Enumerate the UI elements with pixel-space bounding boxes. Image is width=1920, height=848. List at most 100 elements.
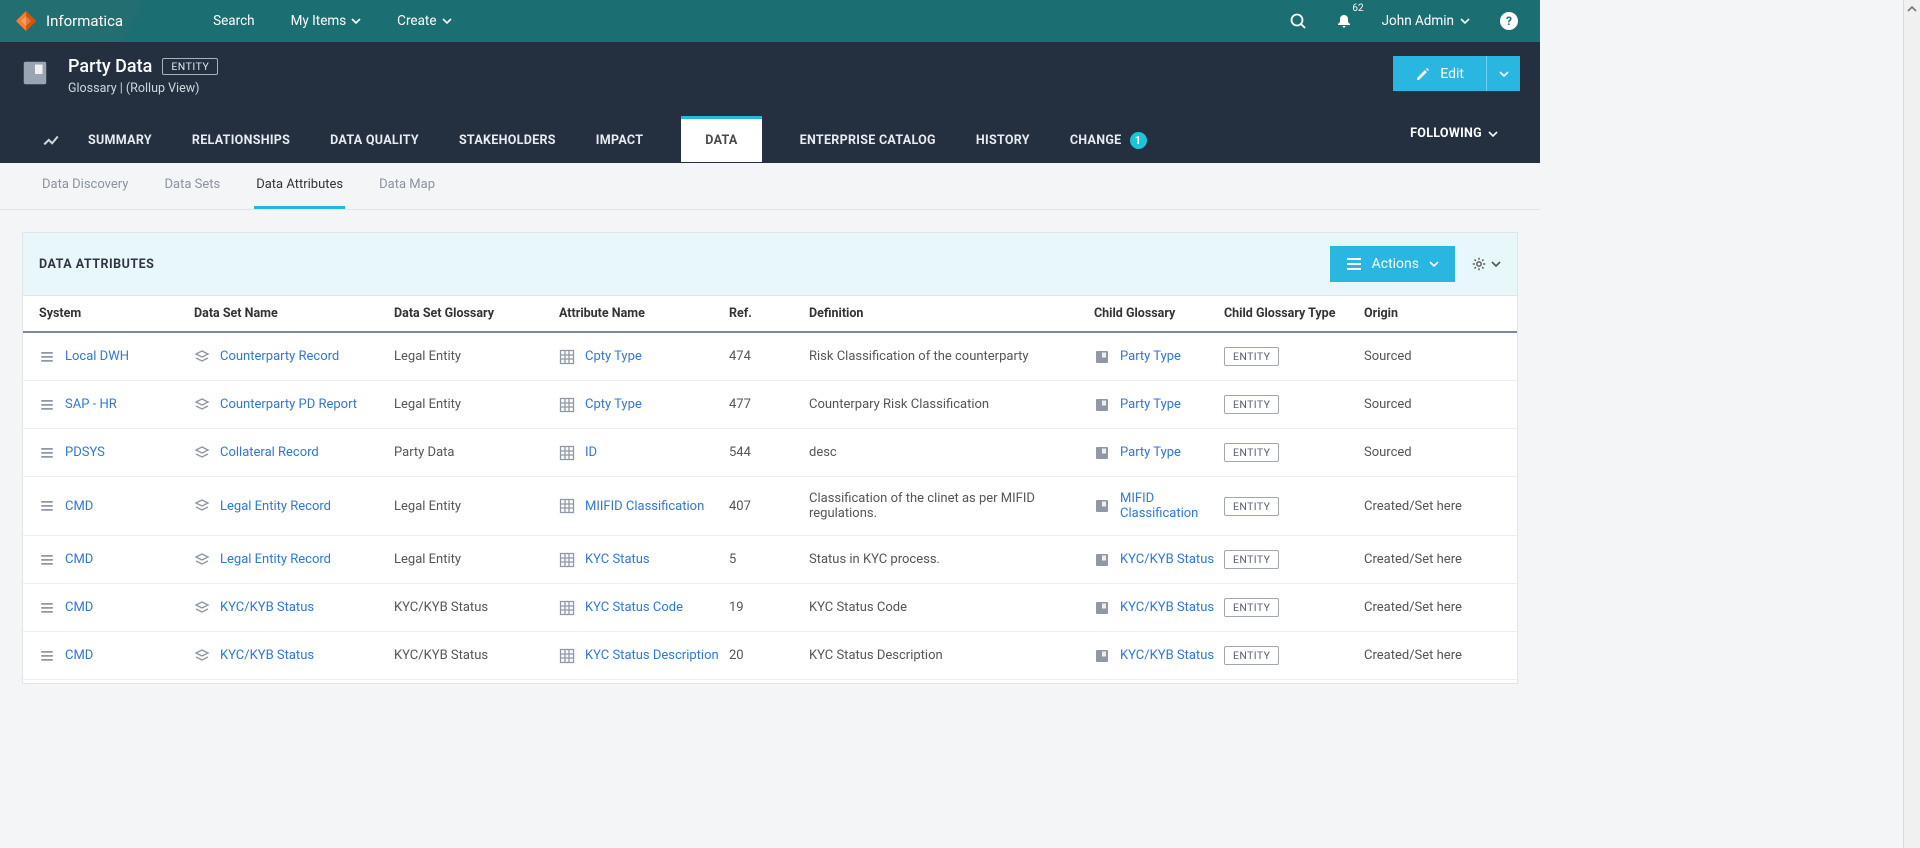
child-glossary-text[interactable]: KYC/KYB Status — [1120, 648, 1214, 663]
glossary-cell: Legal Entity — [394, 499, 559, 514]
tab-label: DATA QUALITY — [330, 133, 419, 148]
main-tabs: SUMMARY RELATIONSHIPS DATA QUALITY STAKEHOL… — [20, 118, 1520, 163]
tab-stakeholders[interactable]: STAKEHOLDERS — [457, 119, 558, 162]
tab-summary[interactable]: SUMMARY — [86, 119, 154, 162]
tab-data[interactable]: DATA — [681, 116, 761, 162]
cell: KYC/KYB Status — [1094, 648, 1224, 664]
glossary-cell: KYC/KYB Status — [394, 600, 559, 615]
col-ref: Ref. — [729, 306, 809, 321]
child-glossary-icon — [1094, 397, 1110, 413]
tab-impact[interactable]: IMPACT — [594, 119, 646, 162]
system-text[interactable]: Local DWH — [65, 349, 129, 364]
system-text[interactable]: SAP - HR — [65, 397, 117, 412]
subtab-data-sets[interactable]: Data Sets — [162, 163, 222, 209]
edit-dropdown-button[interactable] — [1486, 56, 1520, 91]
entity-badge: ENTITY — [1224, 443, 1279, 462]
dataset-text[interactable]: Counterparty Record — [220, 349, 339, 364]
dataset-text[interactable]: KYC/KYB Status — [220, 648, 314, 663]
child-glossary-text[interactable]: Party Type — [1120, 349, 1181, 364]
cell: Collateral Record — [194, 445, 394, 461]
edit-button[interactable]: Edit — [1393, 56, 1486, 91]
system-text[interactable]: CMD — [65, 552, 93, 567]
table-row[interactable]: CMD KYC/KYB Status KYC/KYB Status KYC Statu… — [23, 584, 1517, 632]
table-row[interactable]: CMD Legal Entity Record Legal Entity MIIFID… — [23, 477, 1517, 536]
child-glossary-text[interactable]: Party Type — [1120, 397, 1181, 412]
subtab-data-discovery[interactable]: Data Discovery — [40, 163, 130, 209]
attribute-text[interactable]: KYC Status — [585, 552, 650, 567]
table-row[interactable]: Local DWHCounterparty RecordLegal Entity… — [23, 333, 1517, 381]
nav-my-items[interactable]: My Items — [291, 13, 362, 29]
dataset-icon — [194, 349, 210, 365]
attribute-text[interactable]: Cpty Type — [585, 349, 642, 364]
chevron-down-icon — [1499, 71, 1509, 77]
settings-button[interactable] — [1471, 256, 1501, 272]
attribute-text[interactable]: MIIFID Classification — [585, 499, 704, 514]
dataset-text[interactable]: Legal Entity Record — [220, 499, 331, 514]
tab-label: SUMMARY — [88, 133, 152, 148]
help-button[interactable]: ? — [1500, 12, 1518, 30]
attribute-text[interactable]: Cpty Type — [585, 397, 642, 412]
nav-create[interactable]: Create — [397, 13, 451, 29]
brand[interactable]: Informatica — [0, 0, 143, 42]
scroll-up-icon[interactable] — [1904, 0, 1920, 17]
system-icon — [39, 552, 55, 568]
table-row[interactable]: PDSYSCollateral RecordParty DataID544des… — [23, 429, 1517, 477]
dataset-text[interactable]: Collateral Record — [220, 445, 319, 460]
cell: KYC/KYB Status — [1094, 600, 1224, 616]
notifications-count: 62 — [1352, 3, 1363, 14]
tab-change[interactable]: CHANGE1 — [1068, 118, 1149, 163]
child-glossary-text[interactable]: KYC/KYB Status — [1120, 552, 1214, 567]
child-glossary-type-cell: ENTITY — [1224, 598, 1364, 617]
attribute-text[interactable]: KYC Status Description — [585, 648, 719, 663]
attribute-text[interactable]: ID — [585, 445, 597, 460]
origin-cell: Sourced — [1364, 445, 1501, 460]
ref-cell: 20 — [729, 648, 809, 663]
table-row[interactable]: SAP - HRCounterparty PD ReportLegal Enti… — [23, 381, 1517, 429]
notifications-button[interactable]: 62 — [1336, 13, 1352, 29]
actions-button[interactable]: Actions — [1330, 246, 1455, 282]
window-scrollbar[interactable] — [1903, 0, 1920, 848]
following-toggle[interactable]: FOLLOWING — [1410, 126, 1498, 155]
panel-title: DATA ATTRIBUTES — [39, 257, 154, 272]
cell: KYC/KYB Status — [194, 600, 394, 616]
table-body[interactable]: Local DWH Counterparty Record Legal Entity… — [23, 333, 1517, 683]
top-nav: Search My Items Create — [213, 13, 451, 29]
child-glossary-type-cell: ENTITY — [1224, 347, 1364, 366]
subtab-data-attributes[interactable]: Data Attributes — [254, 163, 345, 209]
child-glossary-type-cell: ENTITY — [1224, 646, 1364, 665]
nav-search[interactable]: Search — [213, 13, 254, 29]
dataset-text[interactable]: Legal Entity Record — [220, 552, 331, 567]
tab-label: RELATIONSHIPS — [192, 133, 290, 148]
table-row[interactable]: CMDLegal Entity RecordLegal EntityKYC St… — [23, 536, 1517, 584]
system-text[interactable]: PDSYS — [65, 445, 105, 460]
child-glossary-text[interactable]: Party Type — [1120, 445, 1181, 460]
dataset-text[interactable]: KYC/KYB Status — [220, 600, 314, 615]
system-text[interactable]: CMD — [65, 600, 93, 615]
dataset-icon — [194, 445, 210, 461]
attribute-icon — [559, 397, 575, 413]
system-text[interactable]: CMD — [65, 648, 93, 663]
attribute-icon — [559, 552, 575, 568]
child-glossary-text[interactable]: KYC/KYB Status — [1120, 600, 1214, 615]
tab-relationships[interactable]: RELATIONSHIPS — [190, 119, 292, 162]
attribute-text[interactable]: KYC Status Code — [585, 600, 683, 615]
user-name: John Admin — [1382, 13, 1454, 29]
subtab-data-map[interactable]: Data Map — [377, 163, 437, 209]
search-icon[interactable] — [1290, 13, 1306, 29]
tab-enterprise-catalog[interactable]: ENTERPRISE CATALOG — [798, 119, 938, 162]
tab-history[interactable]: HISTORY — [974, 119, 1032, 162]
user-menu[interactable]: John Admin — [1382, 13, 1470, 29]
tab-label: DATA — [705, 133, 737, 148]
tab-label: STAKEHOLDERS — [459, 133, 556, 148]
child-glossary-text[interactable]: MIFID Classification — [1120, 491, 1224, 521]
ref-cell: 19 — [729, 600, 809, 615]
glossary-cell: KYC/KYB Status — [394, 648, 559, 663]
origin-cell: Created/Set here — [1364, 648, 1501, 663]
system-text[interactable]: CMD — [65, 499, 93, 514]
table-row[interactable]: CMD KYC/KYB Status KYC/KYB Status KYC Statu… — [23, 632, 1517, 680]
dataset-text[interactable]: Counterparty PD Report — [220, 397, 357, 412]
page-header: Party Data ENTITY Glossary | (Rollup Vie… — [0, 42, 1540, 163]
tab-data-quality[interactable]: DATA QUALITY — [328, 119, 421, 162]
definition-cell: KYC Status Description — [809, 648, 1094, 663]
child-glossary-icon — [1094, 498, 1110, 514]
